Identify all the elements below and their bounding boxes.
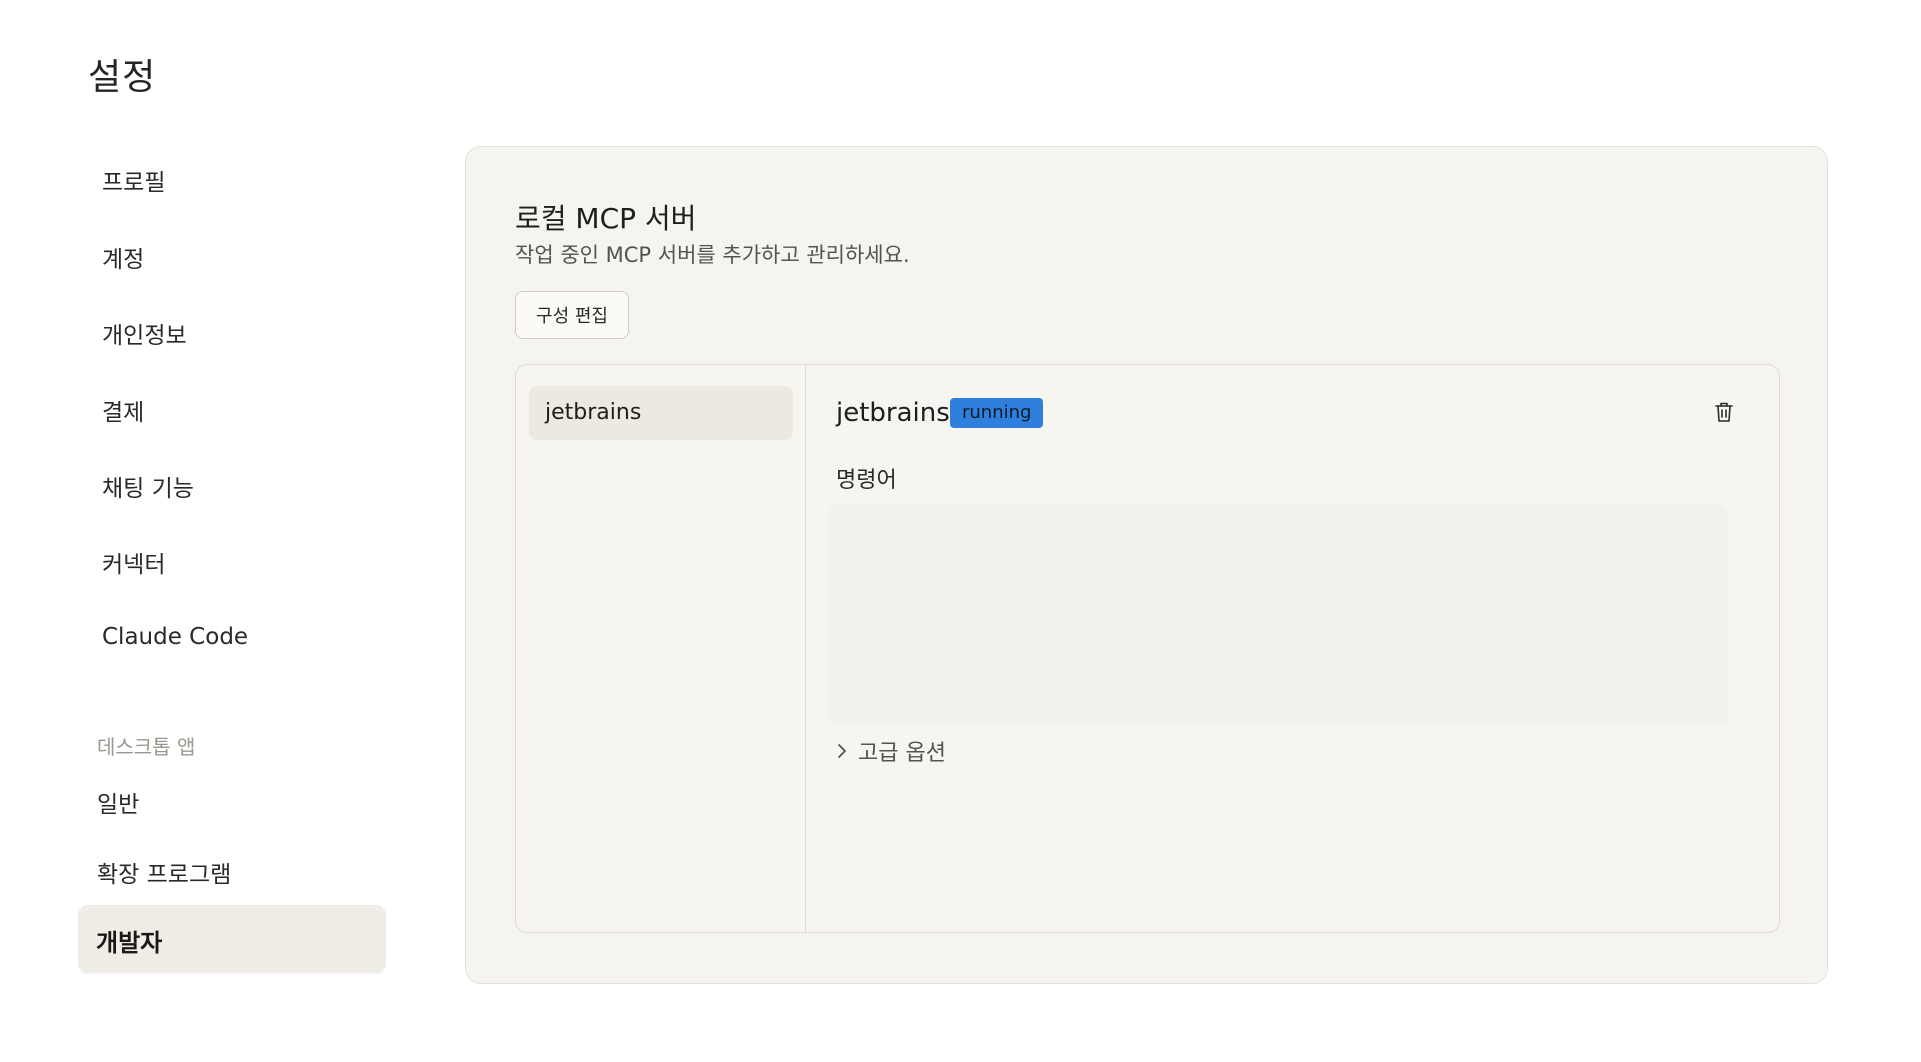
server-list-item[interactable]: jetbrains — [529, 386, 793, 440]
server-list: jetbrains — [516, 365, 806, 932]
sidebar-item-claude-code[interactable]: Claude Code — [102, 624, 248, 650]
sidebar-item-label: 개발자 — [96, 929, 163, 957]
chevron-right-icon — [836, 742, 848, 760]
command-display — [828, 505, 1728, 725]
server-panel: jetbrains jetbrains running 명령어 고급 옵션 — [515, 364, 1780, 933]
section-title: 로컬 MCP 서버 — [515, 202, 697, 235]
advanced-options-toggle[interactable]: 고급 옵션 — [836, 735, 946, 767]
settings-sidebar: 프로필 계정 개인정보 결제 채팅 기능 커넥터 Claude Code 데스크… — [0, 0, 420, 1062]
command-label: 명령어 — [836, 468, 897, 493]
sidebar-item-profile[interactable]: 프로필 — [102, 163, 165, 197]
local-mcp-servers-card: 로컬 MCP 서버 작업 중인 MCP 서버를 추가하고 관리하세요. 구성 편… — [465, 146, 1828, 984]
sidebar-section-desktop-app: 데스크톱 앱 — [97, 735, 196, 759]
settings-page: 설정 프로필 계정 개인정보 결제 채팅 기능 커넥터 Claude Code … — [0, 0, 1921, 1062]
section-description: 작업 중인 MCP 서버를 추가하고 관리하세요. — [515, 243, 910, 267]
sidebar-item-privacy[interactable]: 개인정보 — [102, 316, 187, 350]
sidebar-item-developer[interactable]: 개발자 — [78, 905, 386, 973]
sidebar-item-connectors[interactable]: 커넥터 — [102, 545, 165, 579]
sidebar-item-extensions[interactable]: 확장 프로그램 — [97, 855, 231, 889]
edit-config-button[interactable]: 구성 편집 — [515, 291, 629, 339]
sidebar-item-billing[interactable]: 결제 — [102, 393, 144, 427]
trash-icon — [1715, 402, 1733, 422]
status-badge: running — [950, 398, 1044, 428]
server-list-item-label: jetbrains — [545, 400, 642, 425]
sidebar-item-account[interactable]: 계정 — [102, 240, 144, 274]
sidebar-item-chat-features[interactable]: 채팅 기능 — [102, 469, 194, 503]
sidebar-item-general[interactable]: 일반 — [97, 785, 139, 819]
advanced-options-label: 고급 옵션 — [858, 741, 946, 766]
server-name: jetbrains — [836, 398, 950, 428]
delete-server-button[interactable] — [1709, 397, 1739, 427]
server-detail: jetbrains running 명령어 고급 옵션 — [806, 365, 1779, 932]
